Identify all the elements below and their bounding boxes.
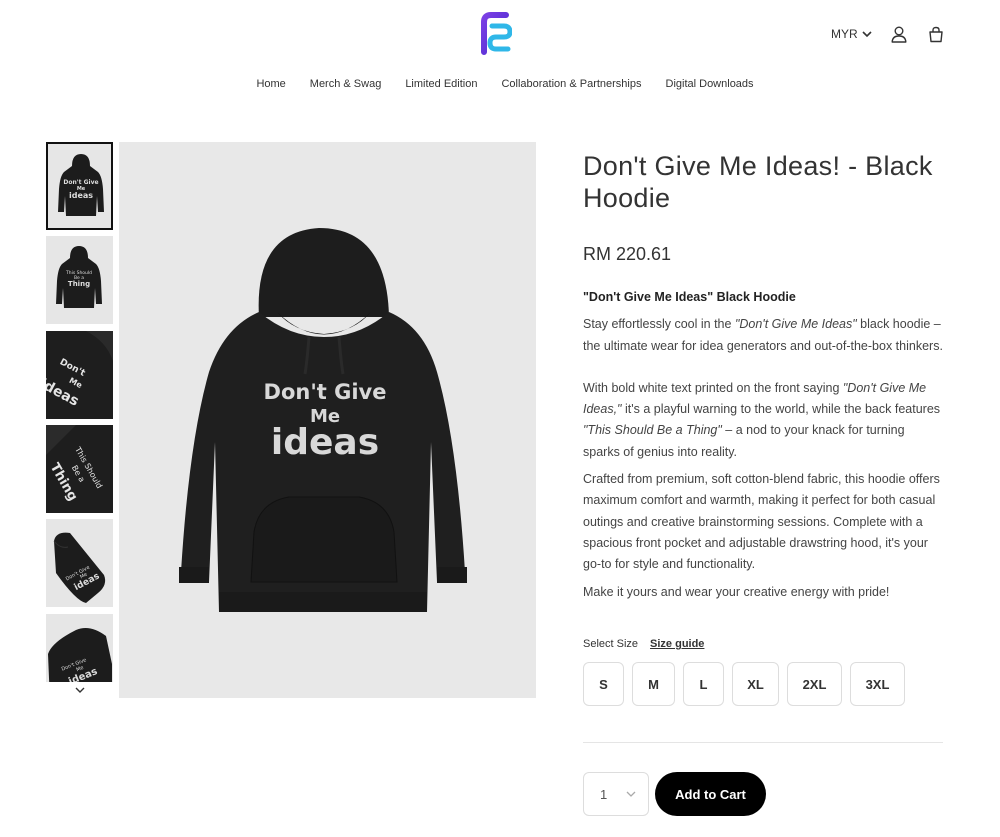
svg-text:ideas: ideas xyxy=(69,191,93,200)
svg-text:Don't Give: Don't Give xyxy=(63,179,98,186)
hoodie-image: Don't Give Me ideas xyxy=(119,142,536,698)
thumbnail-1[interactable]: Don't Give Me ideas xyxy=(46,142,113,230)
nav-collaboration[interactable]: Collaboration & Partnerships xyxy=(501,78,641,90)
chevron-down-icon xyxy=(862,31,872,38)
thumbnail-image: Don't Me ideas xyxy=(46,331,113,419)
size-option-2xl[interactable]: 2XL xyxy=(787,662,842,706)
description-paragraph-1: Stay effortlessly cool in the "Don't Giv… xyxy=(583,317,943,353)
hoodie-print-line3: ideas xyxy=(271,422,379,463)
size-selector-header: Select Size Size guide xyxy=(583,638,704,650)
thumbnail-4[interactable]: This Should Be a Thing xyxy=(46,425,113,513)
currency-label: MYR xyxy=(831,27,858,41)
svg-text:Thing: Thing xyxy=(68,280,90,288)
description-paragraph-2: With bold white text printed on the fron… xyxy=(583,380,941,459)
chevron-down-icon xyxy=(75,687,84,693)
product-title: Don't Give Me Ideas! - Black Hoodie xyxy=(583,151,933,213)
nav-digital-downloads[interactable]: Digital Downloads xyxy=(666,78,754,90)
nav-home[interactable]: Home xyxy=(256,78,285,90)
size-guide-link[interactable]: Size guide xyxy=(650,638,704,650)
description-paragraph-4: Make it yours and wear your creative ene… xyxy=(583,584,890,599)
size-option-l[interactable]: L xyxy=(683,662,724,706)
product-description: "Don't Give Me Ideas" Black Hoodie Stay … xyxy=(583,287,943,609)
currency-selector[interactable]: MYR xyxy=(831,27,872,41)
account-icon[interactable] xyxy=(891,26,907,43)
thumbnail-image: This Should Be a Thing xyxy=(46,425,113,513)
thumbnail-5[interactable]: Don't Give Me ideas xyxy=(46,519,113,607)
description-paragraph-3: Crafted from premium, soft cotton-blend … xyxy=(583,472,940,572)
chevron-down-icon xyxy=(626,791,636,797)
nav-limited-edition[interactable]: Limited Edition xyxy=(405,78,477,90)
main-product-image[interactable]: Don't Give Me ideas xyxy=(119,142,536,698)
add-to-cart-button[interactable]: Add to Cart xyxy=(655,772,766,816)
hoodie-print-line1: Don't Give xyxy=(264,380,387,404)
thumbnail-image: This Should Be a Thing xyxy=(46,236,113,324)
quantity-value: 1 xyxy=(600,786,608,802)
select-size-label: Select Size xyxy=(583,638,639,650)
divider xyxy=(583,742,943,743)
description-heading: "Don't Give Me Ideas" Black Hoodie xyxy=(583,290,796,304)
thumbnail-2[interactable]: This Should Be a Thing xyxy=(46,236,113,324)
thumbnail-3[interactable]: Don't Me ideas xyxy=(46,331,113,419)
size-option-3xl[interactable]: 3XL xyxy=(850,662,905,706)
thumbnail-image: Don't Give Me ideas xyxy=(46,519,113,607)
size-option-m[interactable]: M xyxy=(632,662,675,706)
size-option-s[interactable]: S xyxy=(583,662,624,706)
size-option-xl[interactable]: XL xyxy=(732,662,779,706)
main-nav: Home Merch & Swag Limited Edition Collab… xyxy=(0,78,1000,90)
nav-merch-swag[interactable]: Merch & Swag xyxy=(310,78,382,90)
thumbnail-list[interactable]: Don't Give Me ideas This Should Be a Thi… xyxy=(46,142,114,698)
brand-logo[interactable] xyxy=(478,12,512,56)
site-header: MYR xyxy=(0,0,1000,70)
thumbnail-scroll-down[interactable] xyxy=(46,682,113,698)
thumbnail-image: Don't Give Me ideas xyxy=(48,144,111,228)
size-options: S M L XL 2XL 3XL xyxy=(583,662,905,706)
cart-icon[interactable] xyxy=(928,26,944,43)
quantity-select[interactable]: 1 xyxy=(583,772,649,816)
product-price: RM 220.61 xyxy=(583,244,672,264)
product-details: Don't Give Me Ideas! - Black Hoodie RM 2… xyxy=(583,150,943,599)
